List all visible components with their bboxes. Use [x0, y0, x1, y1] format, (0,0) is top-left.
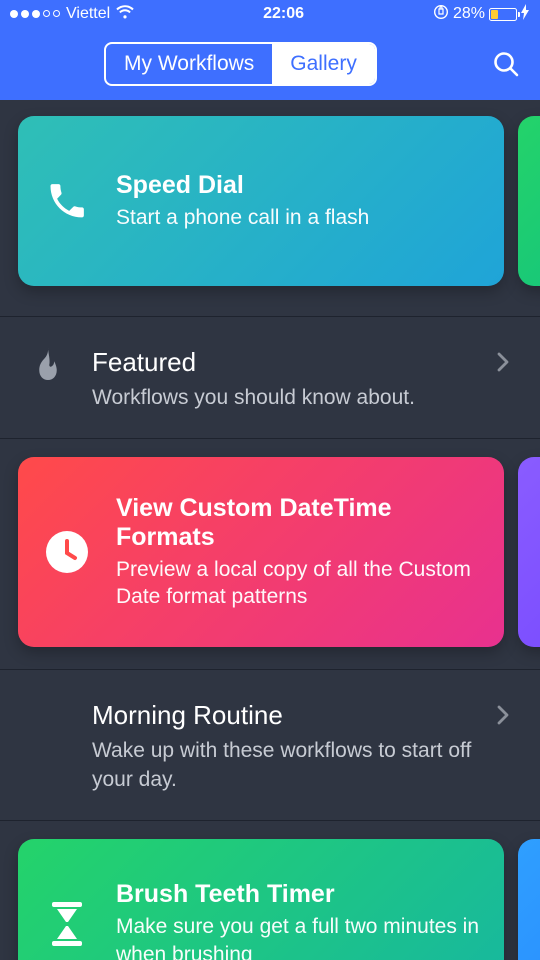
- clock: 22:06: [134, 5, 433, 23]
- card-peek-next[interactable]: [518, 116, 540, 286]
- section-title: Featured: [92, 347, 486, 378]
- card-subtitle: Start a phone call in a flash: [116, 204, 482, 231]
- search-button[interactable]: [488, 46, 524, 82]
- battery-percent: 28%: [453, 5, 485, 23]
- card-title: View Custom DateTime Formats: [116, 494, 482, 552]
- chevron-right-icon: [496, 351, 516, 378]
- signal-dots: [10, 10, 60, 18]
- carrier-label: Viettel: [66, 5, 110, 23]
- card-peek-next[interactable]: [518, 839, 540, 960]
- card-title: Brush Teeth Timer: [116, 880, 482, 909]
- flame-icon: [24, 347, 72, 383]
- card-row-essentials[interactable]: Speed Dial Start a phone call in a flash: [0, 100, 540, 317]
- card-peek-next[interactable]: [518, 457, 540, 647]
- card-speed-dial[interactable]: Speed Dial Start a phone call in a flash: [18, 116, 504, 286]
- chevron-right-icon: [496, 704, 516, 731]
- card-row-morning[interactable]: Brush Teeth Timer Make sure you get a fu…: [0, 821, 540, 960]
- section-featured[interactable]: Featured Workflows you should know about…: [0, 317, 540, 439]
- tab-gallery[interactable]: Gallery: [272, 44, 375, 84]
- card-title: Speed Dial: [116, 171, 482, 200]
- card-row-featured[interactable]: View Custom DateTime Formats Preview a l…: [0, 439, 540, 670]
- card-subtitle: Make sure you get a full two minutes in …: [116, 913, 482, 960]
- segmented-control: My Workflows Gallery: [104, 42, 377, 86]
- tab-my-workflows[interactable]: My Workflows: [106, 44, 272, 84]
- battery-icon: [489, 8, 517, 21]
- card-datetime-formats[interactable]: View Custom DateTime Formats Preview a l…: [18, 457, 504, 647]
- search-icon: [491, 49, 521, 79]
- orientation-lock-icon: [433, 4, 449, 25]
- card-subtitle: Preview a local copy of all the Custom D…: [116, 556, 482, 611]
- section-title: Morning Routine: [92, 700, 486, 731]
- section-subtitle: Workflows you should know about.: [92, 384, 486, 412]
- section-subtitle: Wake up with these workflows to start of…: [92, 737, 486, 794]
- clock-icon: [40, 525, 94, 579]
- wifi-icon: [116, 5, 134, 24]
- hourglass-icon: [40, 897, 94, 951]
- charging-icon: [521, 4, 530, 25]
- phone-icon: [40, 174, 94, 228]
- section-morning-routine[interactable]: Morning Routine Wake up with these workf…: [0, 670, 540, 821]
- card-brush-teeth-timer[interactable]: Brush Teeth Timer Make sure you get a fu…: [18, 839, 504, 960]
- status-bar: Viettel 22:06 28%: [0, 0, 540, 28]
- nav-bar: My Workflows Gallery: [0, 28, 540, 100]
- gallery-content: Speed Dial Start a phone call in a flash…: [0, 100, 540, 960]
